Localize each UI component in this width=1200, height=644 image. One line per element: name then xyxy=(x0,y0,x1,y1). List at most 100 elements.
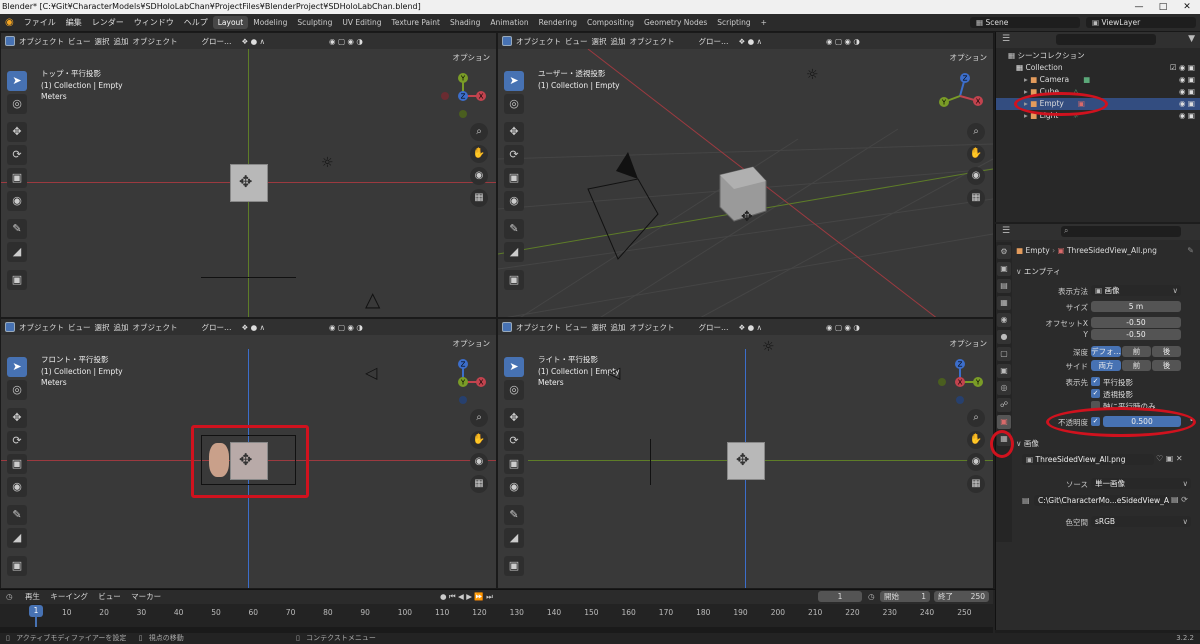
menu-select[interactable]: 選択 xyxy=(592,322,607,333)
side-both-button[interactable]: 両方 xyxy=(1091,360,1121,371)
zoom-icon[interactable]: ⌕ xyxy=(967,123,985,141)
view-menu[interactable]: ビュー xyxy=(90,592,121,601)
pan-hand-icon[interactable]: ✋ xyxy=(967,431,985,449)
tab-texture-paint[interactable]: Texture Paint xyxy=(387,16,445,29)
visibility-icons[interactable]: ☑ ◉ ▣ xyxy=(1170,62,1195,74)
constraints-tab-icon[interactable]: ☍ xyxy=(997,398,1011,412)
select-mode-icon[interactable] xyxy=(5,322,15,332)
menu-help[interactable]: ヘルプ xyxy=(179,17,213,28)
menu-object[interactable]: オブジェクト xyxy=(133,36,178,47)
select-tool-icon[interactable]: ➤ xyxy=(7,357,27,377)
filepath-field[interactable]: C:\Git\CharacterMo...eSidedView_All.png xyxy=(1034,495,1169,506)
rotate-tool-icon[interactable]: ⟳ xyxy=(504,431,524,451)
move-tool-icon[interactable]: ✥ xyxy=(7,122,27,142)
add-cube-tool-icon[interactable]: ▣ xyxy=(504,270,524,290)
start-frame-field[interactable]: 開始 1 xyxy=(880,591,930,602)
minimize-button[interactable]: — xyxy=(1128,0,1150,14)
rotate-tool-icon[interactable]: ⟳ xyxy=(7,145,27,165)
select-mode-icon[interactable] xyxy=(502,36,512,46)
navigation-gizmo[interactable]: Z Y X xyxy=(935,357,985,407)
transform-tool-icon[interactable]: ◉ xyxy=(504,191,524,211)
menu-add[interactable]: 追加 xyxy=(114,322,129,333)
add-workspace-button[interactable]: + xyxy=(756,16,772,29)
colorspace-dropdown[interactable]: sRGB ∨ xyxy=(1091,516,1191,527)
side-back-button[interactable]: 後 xyxy=(1152,360,1181,371)
menu-edit[interactable]: 編集 xyxy=(61,17,87,28)
menu-select[interactable]: 選択 xyxy=(95,322,110,333)
scale-tool-icon[interactable]: ▣ xyxy=(7,168,27,188)
move-tool-icon[interactable]: ✥ xyxy=(504,408,524,428)
transform-tool-icon[interactable]: ◉ xyxy=(7,477,27,497)
measure-tool-icon[interactable]: ◢ xyxy=(7,528,27,548)
navigation-gizmo[interactable]: Y X Z xyxy=(438,71,488,121)
viewport-top-ortho[interactable]: オブジェクト ビュー 選択 追加 オブジェクト グロー… ❖ ● ∧ ◉ ▢ ◉… xyxy=(0,32,497,318)
maximize-button[interactable]: □ xyxy=(1152,0,1174,14)
image-section-header[interactable]: ∨ 画像 xyxy=(1016,438,1039,449)
side-front-button[interactable]: 前 xyxy=(1122,360,1151,371)
playhead[interactable]: 1 xyxy=(29,605,43,617)
grid-view-icon[interactable]: ▦ xyxy=(470,189,488,207)
depth-default-button[interactable]: デフォ… xyxy=(1091,346,1121,357)
menu-render[interactable]: レンダー xyxy=(87,17,129,28)
select-mode-icon[interactable] xyxy=(502,322,512,332)
current-frame-field[interactable]: 1 xyxy=(818,591,862,602)
overlay-icon[interactable]: ◉ ▢ ◉ ◑ xyxy=(826,323,860,332)
size-field[interactable]: 5 m xyxy=(1091,301,1181,312)
scene-collection-row[interactable]: ▦ シーンコレクション xyxy=(996,50,1200,62)
cursor-tool-icon[interactable]: ◎ xyxy=(504,380,524,400)
measure-tool-icon[interactable]: ◢ xyxy=(504,242,524,262)
cursor-tool-icon[interactable]: ◎ xyxy=(7,380,27,400)
close-button[interactable]: ✕ xyxy=(1176,0,1198,14)
camera-view-icon[interactable]: ◉ xyxy=(470,167,488,185)
viewport-front-ortho[interactable]: オブジェクト ビュー 選択 追加 オブジェクト グロー… ❖ ● ∧ ◉ ▢ ◉… xyxy=(0,318,497,589)
tool-tab-icon[interactable]: ⚙ xyxy=(997,245,1011,259)
cursor-tool-icon[interactable]: ◎ xyxy=(7,94,27,114)
display-type-dropdown[interactable]: ▣ 画像 ∨ xyxy=(1091,285,1181,296)
pan-hand-icon[interactable]: ✋ xyxy=(470,431,488,449)
scale-tool-icon[interactable]: ▣ xyxy=(7,454,27,474)
tab-compositing[interactable]: Compositing xyxy=(582,16,639,29)
grid-view-icon[interactable]: ▦ xyxy=(967,475,985,493)
show-ortho-checkbox[interactable]: ✓ xyxy=(1091,377,1100,386)
camera-icon[interactable]: ◁ xyxy=(608,363,620,382)
end-frame-field[interactable]: 終了 250 xyxy=(934,591,989,602)
annotate-tool-icon[interactable]: ✎ xyxy=(7,219,27,239)
tab-geometry-nodes[interactable]: Geometry Nodes xyxy=(639,16,712,29)
pin-icon[interactable]: ✎ xyxy=(1187,246,1194,255)
light-icon[interactable]: ☼ xyxy=(806,67,819,83)
camera-icon[interactable]: △ xyxy=(365,287,380,311)
overlay-icon[interactable]: ◉ ▢ ◉ ◑ xyxy=(329,323,363,332)
rotate-tool-icon[interactable]: ⟳ xyxy=(7,431,27,451)
tab-rendering[interactable]: Rendering xyxy=(534,16,582,29)
tab-scripting[interactable]: Scripting xyxy=(712,16,755,29)
mode-dropdown[interactable]: オブジェクト xyxy=(19,322,64,333)
menu-object[interactable]: オブジェクト xyxy=(630,322,675,333)
menu-view[interactable]: ビュー xyxy=(565,322,588,333)
scale-tool-icon[interactable]: ▣ xyxy=(504,168,524,188)
zoom-icon[interactable]: ⌕ xyxy=(470,409,488,427)
properties-search-input[interactable]: ⌕ xyxy=(1061,226,1181,237)
navigation-gizmo[interactable]: Z X Y xyxy=(935,71,985,121)
menu-file[interactable]: ファイル xyxy=(19,17,61,28)
scene-selector[interactable]: ▦ Scene xyxy=(970,17,1080,28)
viewport-right-ortho[interactable]: オブジェクト ビュー 選択 追加 オブジェクト グロー… ❖ ● ∧ ◉ ▢ ◉… xyxy=(497,318,994,589)
select-mode-icon[interactable] xyxy=(5,36,15,46)
viewport-user-persp[interactable]: オブジェクト ビュー 選択 追加 オブジェクト グロー… ❖ ● ∧ ◉ ▢ ◉… xyxy=(497,32,994,318)
depth-back-button[interactable]: 後 xyxy=(1152,346,1181,357)
mode-dropdown[interactable]: オブジェクト xyxy=(516,322,561,333)
navigation-gizmo[interactable]: Z X Y xyxy=(438,357,488,407)
visibility-icons[interactable]: ◉ ▣ xyxy=(1179,110,1195,122)
menu-add[interactable]: 追加 xyxy=(114,36,129,47)
snap-icon[interactable]: ❖ ● ∧ xyxy=(242,323,266,332)
offset-x-field[interactable]: -0.50 xyxy=(1091,317,1181,328)
zoom-icon[interactable]: ⌕ xyxy=(967,409,985,427)
render-tab-icon[interactable]: ▣ xyxy=(997,262,1011,276)
options-dropdown[interactable]: オプション xyxy=(453,338,491,349)
menu-object[interactable]: オブジェクト xyxy=(133,322,178,333)
marker-menu[interactable]: マーカー xyxy=(123,592,161,601)
add-cube-tool-icon[interactable]: ▣ xyxy=(7,556,27,576)
camera-view-icon[interactable]: ◉ xyxy=(967,167,985,185)
tab-layout[interactable]: Layout xyxy=(212,16,249,29)
mode-dropdown[interactable]: オブジェクト xyxy=(19,36,64,47)
light-icon[interactable]: ☼ xyxy=(762,339,775,355)
